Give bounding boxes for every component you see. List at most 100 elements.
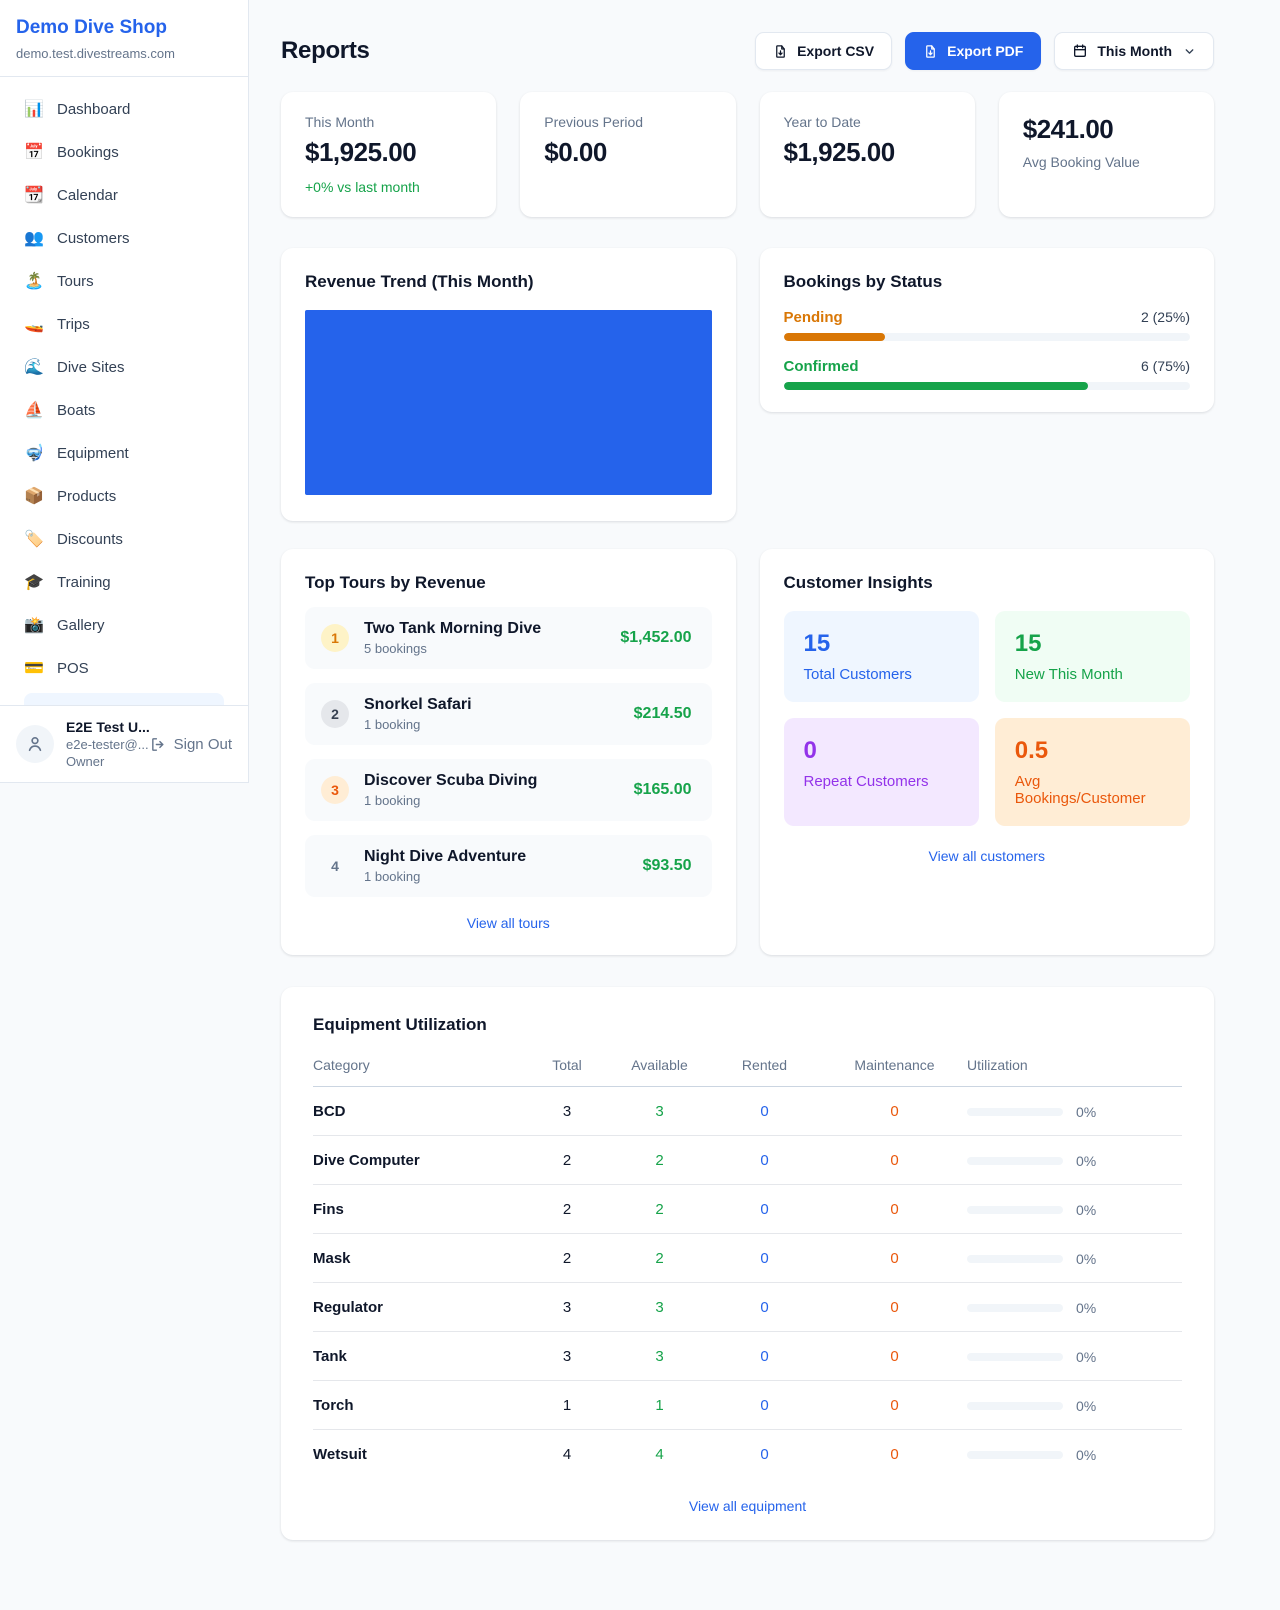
revenue-trend-card: Revenue Trend (This Month) [281,248,736,521]
insight-label: New This Month [1015,666,1170,683]
sidebar-item-calendar[interactable]: 📆 Calendar [12,177,236,215]
sidebar-item-label: Training [57,574,111,592]
sidebar-item-trips[interactable]: 🚤 Trips [12,306,236,344]
cell-utilization: 0% [967,1251,1182,1267]
cell-rented: 0 [707,1152,822,1169]
sidebar-item-bookings[interactable]: 📅 Bookings [12,134,236,172]
utilization-bar-track [967,1206,1063,1214]
cell-maintenance: 0 [822,1152,967,1169]
sidebar-header: Demo Dive Shop demo.test.divestreams.com [0,0,248,77]
charts-row: Revenue Trend (This Month) Bookings by S… [281,248,1214,521]
insight-tile-total-customers: 15 Total Customers [784,611,979,702]
utilization-percent: 0% [1076,1300,1096,1316]
view-all-customers-link[interactable]: View all customers [784,848,1191,864]
cell-maintenance: 0 [822,1299,967,1316]
cell-rented: 0 [707,1397,822,1414]
export-pdf-button[interactable]: Export PDF [905,32,1041,70]
utilization-bar-track [967,1255,1063,1263]
tour-revenue: $1,452.00 [620,629,691,647]
user-meta: E2E Test U... e2e-tester@... Owner [66,719,138,769]
stat-delta: +0% vs last month [305,179,472,195]
stat-label: Previous Period [544,114,711,130]
chevron-down-icon [1183,45,1196,58]
sidebar-item-gallery[interactable]: 📸 Gallery [12,607,236,645]
customer-insights-title: Customer Insights [784,573,1191,593]
view-all-equipment-link[interactable]: View all equipment [313,1498,1182,1514]
cell-category: Torch [313,1397,522,1414]
cell-available: 3 [612,1103,707,1120]
equipment-utilization-title: Equipment Utilization [313,1015,1182,1035]
page-header: Reports Export CSV Export PDF This Month [281,32,1214,70]
sidebar-item-label: Trips [57,316,90,334]
sidebar-item-boats[interactable]: ⛵ Boats [12,392,236,430]
sign-out-button[interactable]: Sign Out [150,736,232,753]
sidebar-item-pos[interactable]: 💳 POS [12,650,236,688]
sidebar-item-discounts[interactable]: 🏷️ Discounts [12,521,236,559]
sidebar-item-equipment[interactable]: 🤿 Equipment [12,435,236,473]
equipment-table: Category Total Available Rented Maintena… [313,1049,1182,1478]
utilization-percent: 0% [1076,1104,1096,1120]
insight-tile-avg-bookings: 0.5 Avg Bookings/Customer [995,718,1190,826]
sidebar-item-label: Discounts [57,531,123,549]
cell-maintenance: 0 [822,1103,967,1120]
rank-badge: 2 [321,700,349,728]
sidebar-item-customers[interactable]: 👥 Customers [12,220,236,258]
sidebar-item-dive-sites[interactable]: 🌊 Dive Sites [12,349,236,387]
column-header: Total [522,1057,612,1073]
export-csv-button[interactable]: Export CSV [755,32,892,70]
user-email: e2e-tester@... [66,737,138,752]
utilization-percent: 0% [1076,1447,1096,1463]
sidebar-item-training[interactable]: 🎓 Training [12,564,236,602]
cell-rented: 0 [707,1446,822,1463]
rank-badge: 1 [321,624,349,652]
sidebar-item-tours[interactable]: 🏝️ Tours [12,263,236,301]
pos-icon: 💳 [24,660,44,678]
insight-label: Total Customers [804,666,959,683]
equipment-icon: 🤿 [24,445,44,463]
utilization-bar-track [967,1451,1063,1459]
top-tours-title: Top Tours by Revenue [305,573,712,593]
equipment-table-header: Category Total Available Rented Maintena… [313,1049,1182,1087]
sidebar-item-label: POS [57,660,89,678]
avatar [16,725,54,763]
stat-value: $1,925.00 [784,137,951,168]
tour-row-3: 3 Discover Scuba Diving 1 booking $165.0… [305,759,712,821]
sidebar-item-dashboard[interactable]: 📊 Dashboard [12,91,236,129]
column-header: Available [612,1057,707,1073]
view-all-tours-link[interactable]: View all tours [305,915,712,931]
boats-icon: ⛵ [24,402,44,420]
status-count: 6 (75%) [1141,358,1190,374]
cell-category: Fins [313,1201,522,1218]
tour-name: Snorkel Safari [364,696,619,714]
stat-value: $1,925.00 [305,137,472,168]
cell-available: 4 [612,1446,707,1463]
dashboard-icon: 📊 [24,101,44,119]
cell-utilization: 0% [967,1104,1182,1120]
tour-bookings: 1 booking [364,793,619,808]
insight-value: 0 [804,737,959,765]
cell-maintenance: 0 [822,1397,967,1414]
cell-rented: 0 [707,1250,822,1267]
tour-revenue: $93.50 [643,857,692,875]
period-select[interactable]: This Month [1054,32,1214,70]
table-row: BCD 3 3 0 0 0% [313,1087,1182,1136]
cell-available: 2 [612,1201,707,1218]
sidebar-item-products[interactable]: 📦 Products [12,478,236,516]
cell-total: 3 [522,1348,612,1365]
cell-available: 3 [612,1348,707,1365]
stat-card-previous-period: Previous Period $0.00 [520,92,735,217]
column-header: Utilization [967,1057,1182,1073]
trips-icon: 🚤 [24,316,44,334]
equipment-utilization-card: Equipment Utilization Category Total Ava… [281,987,1214,1540]
logout-icon [150,736,167,753]
cell-category: Mask [313,1250,522,1267]
sidebar-item-label: Tours [57,273,94,291]
sidebar-item-reports-active-partial[interactable] [24,693,224,705]
main-content: Reports Export CSV Export PDF This Month [249,0,1280,1572]
insight-value: 15 [804,630,959,658]
sidebar-item-label: Bookings [57,144,119,162]
discounts-icon: 🏷️ [24,531,44,549]
cell-total: 3 [522,1103,612,1120]
sidebar-item-label: Gallery [57,617,105,635]
cell-category: Wetsuit [313,1446,522,1463]
